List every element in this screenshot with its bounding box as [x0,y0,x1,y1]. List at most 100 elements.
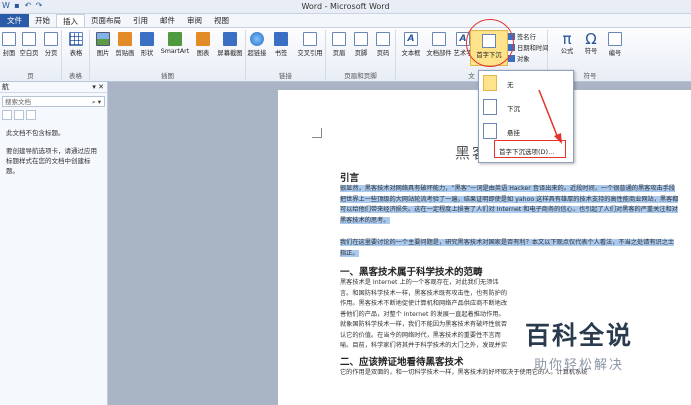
shapes-button[interactable]: 形状 [136,32,158,57]
illustrations-group-label: 插图 [161,72,174,80]
tab-page-layout[interactable]: 页面布局 [85,14,127,27]
shapes-icon [140,32,154,46]
symbol-button[interactable]: Ω 符号 [580,32,602,56]
results-view-tab[interactable] [26,110,36,120]
nav-search-placeholder: 搜索文档 [5,98,31,106]
section-heading-intro: 引言 [340,173,360,184]
ribbon-tabs: 文件 开始 插入 页面布局 引用 邮件 审阅 视图 [0,14,691,28]
object-button[interactable]: 对象 [508,54,530,63]
quick-parts-label: 文档部件 [426,50,452,57]
picture-button[interactable]: 图片 [92,32,114,57]
cover-page-button[interactable]: 封面 [0,32,20,57]
watermark-title: 百科全说 [524,321,633,350]
tab-insert[interactable]: 插入 [56,14,85,27]
footer-label: 页脚 [354,50,368,57]
nav-pane-title: 航 [2,83,9,91]
textbox-button[interactable]: A 文本框 [400,32,422,57]
paragraph-1: 很显然，黑客技术对网络具有破坏能力，“黑客”一词是由英语 Hacker 音译出来… [340,184,680,236]
navigation-pane: 航 ▾ ✕ 搜索文档 ⌕ ▾ 此文档不包含标题。 要创建导航选项卡，请通过应用标… [0,82,108,405]
close-icon[interactable]: ▾ ✕ [92,82,104,93]
cross-reference-icon [303,32,317,46]
numbering-icon [608,32,622,46]
numbering-button[interactable]: 编号 [604,32,626,57]
blank-page-button[interactable]: 空白页 [18,32,40,57]
bookmark-button[interactable]: 书签 [270,32,292,57]
tab-mailings[interactable]: 邮件 [154,14,181,27]
numbering-label: 编号 [608,50,622,57]
nav-pane-header: 航 ▾ ✕ [0,82,107,93]
header-footer-group-label: 页眉和页脚 [344,72,377,80]
symbol-label: 符号 [584,48,598,55]
nav-search-input[interactable]: 搜索文档 ⌕ ▾ [2,96,105,107]
search-icon[interactable]: ⌕ ▾ [92,97,101,107]
smartart-label: SmartArt [160,48,190,55]
paragraph-2: 我们在这里要讨论的一个主要问题是，研究黑客技术对国家是否有利？本文以下观点仅代表… [340,238,680,260]
cross-reference-button[interactable]: 交叉引用 [296,32,324,57]
blank-page-label: 空白页 [19,50,39,57]
illustrations-group: 图片 剪贴画 形状 SmartArt 图表 屏幕截图 插图 [90,30,246,80]
quick-parts-button[interactable]: 文档部件 [426,32,452,57]
pages-view-tab[interactable] [14,110,24,120]
header-icon [332,32,346,46]
crop-mark [312,128,322,138]
clipart-label: 剪贴画 [115,50,135,57]
chart-icon [196,32,210,46]
clipart-button[interactable]: 剪贴画 [114,32,136,57]
smartart-icon [168,32,182,46]
headings-view-tab[interactable] [2,110,12,120]
page-number-button[interactable]: 页码 [372,32,394,57]
table-button[interactable]: 表格 [65,32,87,57]
tab-home[interactable]: 开始 [29,14,56,27]
hyperlink-button[interactable]: 超链接 [246,32,268,57]
tab-file[interactable]: 文件 [0,14,29,27]
pi-icon: π [562,30,572,48]
hyperlink-icon [250,32,264,46]
page-break-button[interactable]: 分页 [40,32,62,57]
quick-parts-icon [432,32,446,46]
paragraph-1-text: 很显然，黑客技术对网络具有破坏能力，“黑客”一词是由英语 Hacker 音译出来… [340,185,679,224]
paragraph-2-text: 我们在这里要讨论的一个主要问题是，研究黑客技术对国家是否有利？本文以下观点仅代表… [340,239,675,257]
watermark: 百科全说 助你轻松解决 [514,316,644,373]
section-heading-2: 二、应该辨证地看待黑客技术 [340,357,464,368]
smartart-button[interactable]: SmartArt [160,32,190,55]
footer-icon [354,32,368,46]
nav-message-1: 此文档不包含标题。 [6,129,65,137]
textbox-label: 文本框 [401,50,421,57]
object-label: 对象 [517,56,530,63]
highlight-circle [466,19,514,67]
header-button[interactable]: 页眉 [328,32,350,57]
nav-view-tabs [2,110,105,120]
table-group-label: 表格 [69,72,82,80]
drop-cap-dropped-icon [483,99,497,115]
chart-label: 图表 [196,50,210,57]
tab-review[interactable]: 审阅 [181,14,208,27]
date-time-button[interactable]: 日期和时间 [508,43,548,52]
cross-reference-label: 交叉引用 [297,50,323,57]
table-icon [69,32,83,46]
watermark-subtitle: 助你轻松解决 [533,358,624,373]
footer-button[interactable]: 页脚 [350,32,372,57]
tab-view[interactable]: 视图 [208,14,235,27]
page-break-label: 分页 [44,50,58,57]
section-heading-1: 一、黑客技术属于科学技术的范畴 [340,267,483,278]
chart-button[interactable]: 图表 [192,32,214,57]
screenshot-label: 屏幕截图 [217,50,243,57]
date-time-label: 日期和时间 [517,45,549,52]
blank-page-icon [22,32,36,46]
window-title: Word - Microsoft Word [301,2,390,11]
cover-page-icon [2,32,16,46]
cover-page-label: 封面 [2,50,16,57]
screenshot-button[interactable]: 屏幕截图 [216,32,244,57]
equation-label: 公式 [560,48,574,55]
signature-line-label: 签名行 [517,34,536,41]
page-break-icon [44,32,58,46]
ribbon: 封面 空白页 分页 页 表格 表格 图片 剪贴画 形状 SmartArt 图表 … [0,28,691,82]
screenshot-icon [223,32,237,46]
pages-group-label: 页 [27,72,34,80]
bookmark-label: 书签 [274,50,288,57]
links-group: 超链接 书签 交叉引用 链接 [246,30,326,80]
equation-button[interactable]: π 公式 [556,30,578,56]
tab-references[interactable]: 引用 [127,14,154,27]
header-label: 页眉 [332,50,346,57]
textbox-icon: A [404,32,418,46]
